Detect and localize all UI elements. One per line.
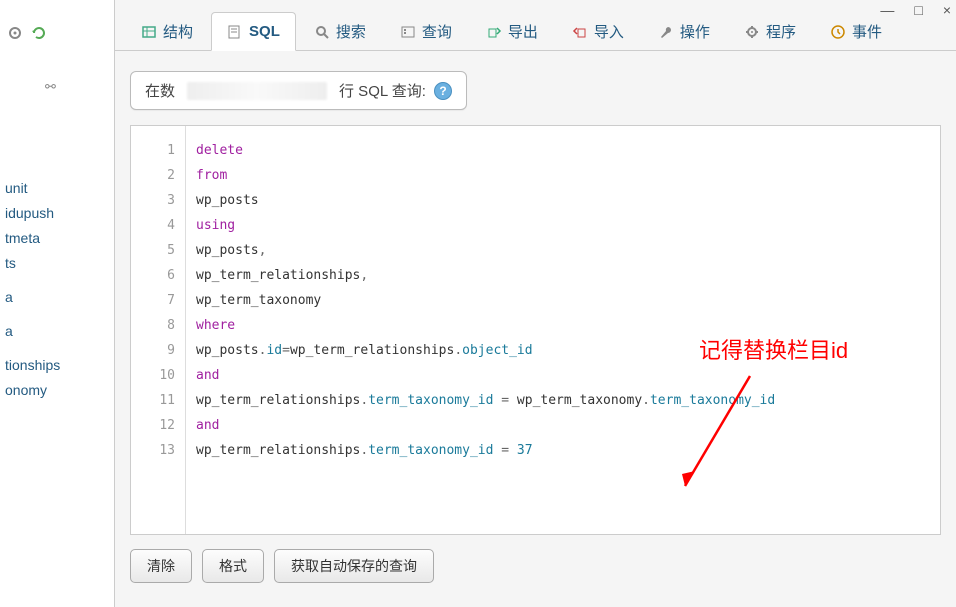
editor-buttons: 清除 格式 获取自动保存的查询 — [130, 535, 941, 597]
redacted-dbname — [187, 82, 327, 100]
wrench-icon — [658, 24, 674, 40]
sidebar-item[interactable]: unit — [5, 180, 114, 196]
tab-search[interactable]: 搜索 — [298, 12, 382, 50]
export-icon — [486, 24, 502, 40]
gear-icon[interactable] — [7, 25, 23, 44]
autosave-button[interactable]: 获取自动保存的查询 — [274, 549, 434, 583]
tab-sql[interactable]: SQL — [211, 12, 296, 51]
tab-import[interactable]: 导入 — [556, 12, 640, 50]
tab-label: 搜索 — [336, 21, 366, 42]
sidebar-table-list: unit idupush tmeta ts a a tionships onom… — [5, 180, 114, 407]
search-icon — [314, 24, 330, 40]
sidebar-item[interactable]: onomy — [5, 382, 114, 398]
sql-icon — [227, 24, 243, 40]
content-area: 在数 行 SQL 查询: ? 12345678910111213 deletef… — [115, 51, 956, 607]
minimize-button[interactable]: — — [880, 2, 894, 18]
sidebar-item[interactable]: tionships — [5, 357, 114, 373]
sidebar-item[interactable]: idupush — [5, 205, 114, 221]
sidebar-item[interactable]: a — [5, 323, 114, 339]
sidebar-item[interactable]: tmeta — [5, 230, 114, 246]
tab-label: 操作 — [680, 21, 710, 42]
tab-label: 查询 — [422, 21, 452, 42]
query-label-prefix: 在数 — [145, 80, 175, 101]
tab-bar: 结构 SQL 搜索 查询 导出 导入 操作 程序 事件 — [115, 0, 956, 51]
query-label-suffix: 行 SQL 查询: — [339, 80, 426, 101]
import-icon — [572, 24, 588, 40]
tab-label: 结构 — [163, 21, 193, 42]
link-icon[interactable]: ⚯ — [5, 79, 114, 95]
events-icon — [830, 24, 846, 40]
structure-icon — [141, 24, 157, 40]
line-gutter: 12345678910111213 — [131, 126, 186, 534]
tab-structure[interactable]: 结构 — [125, 12, 209, 50]
format-button[interactable]: 格式 — [202, 549, 264, 583]
query-icon — [400, 24, 416, 40]
help-icon[interactable]: ? — [434, 82, 452, 100]
tab-gear[interactable]: 程序 — [728, 12, 812, 50]
window-controls: — □ × — [880, 2, 951, 18]
code-area[interactable]: deletefromwp_postsusingwp_posts,wp_term_… — [186, 126, 775, 534]
tab-label: 事件 — [852, 21, 882, 42]
sidebar-toolbar — [5, 25, 114, 44]
refresh-icon[interactable] — [31, 25, 47, 44]
gear-icon — [744, 24, 760, 40]
sidebar-item[interactable]: ts — [5, 255, 114, 271]
close-window-button[interactable]: × — [943, 2, 951, 18]
tab-wrench[interactable]: 操作 — [642, 12, 726, 50]
tab-query[interactable]: 查询 — [384, 12, 468, 50]
sql-editor[interactable]: 12345678910111213 deletefromwp_postsusin… — [130, 125, 941, 535]
sidebar-item[interactable]: a — [5, 289, 114, 305]
sidebar: ⚯ unit idupush tmeta ts a a tionships on… — [0, 0, 115, 607]
tab-label: 导出 — [508, 21, 538, 42]
tab-label: 程序 — [766, 21, 796, 42]
clear-button[interactable]: 清除 — [130, 549, 192, 583]
tab-label: 导入 — [594, 21, 624, 42]
query-label: 在数 行 SQL 查询: ? — [130, 71, 467, 110]
maximize-button[interactable]: □ — [914, 2, 922, 18]
main-pane: 结构 SQL 搜索 查询 导出 导入 操作 程序 事件 在数 行 SQL 查询: ? 12345… — [115, 0, 956, 607]
tab-export[interactable]: 导出 — [470, 12, 554, 50]
tab-label: SQL — [249, 23, 280, 40]
